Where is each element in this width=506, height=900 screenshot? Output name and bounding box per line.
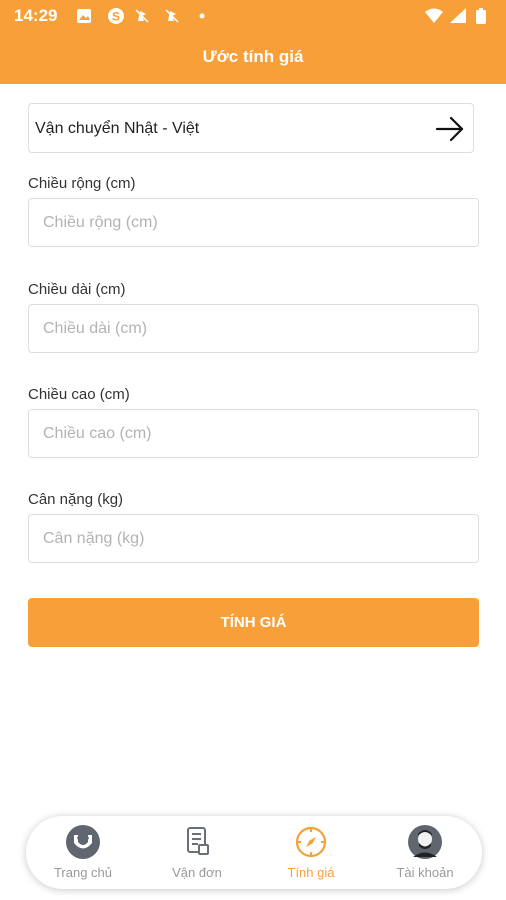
user-avatar-icon (408, 825, 442, 859)
signal-icon (450, 8, 466, 23)
shipping-route-label: Vận chuyển Nhật - Việt (35, 120, 200, 137)
skype-icon: S (108, 8, 124, 24)
home-logo-icon (66, 825, 100, 859)
bottom-navigation: Trang chủ Vận đơn Tính giá Tài khoản (26, 816, 482, 889)
status-system-icons (425, 8, 486, 24)
dot-icon (199, 13, 205, 19)
muted-notification-icon (165, 9, 179, 23)
length-label: Chiều dài (cm) (28, 281, 126, 298)
battery-icon (476, 8, 486, 24)
status-time: 14:29 (14, 6, 58, 25)
image-icon (77, 9, 91, 23)
nav-item-account[interactable]: Tài khoản (368, 816, 482, 889)
height-label: Chiều cao (cm) (28, 386, 130, 403)
length-input[interactable] (28, 304, 479, 353)
app-bar: Ước tính giá (0, 32, 506, 84)
width-input[interactable] (28, 198, 479, 247)
status-bar: 14:29 S (0, 0, 506, 32)
muted-notification-icon (135, 9, 149, 23)
width-label: Chiều rộng (cm) (28, 175, 136, 192)
weight-label: Cân nặng (kg) (28, 491, 124, 508)
page-title: Ước tính giá (202, 47, 304, 66)
arrow-right-icon[interactable] (435, 116, 465, 142)
height-input[interactable] (28, 409, 479, 458)
document-icon (187, 827, 209, 855)
nav-item-home[interactable]: Trang chủ (26, 816, 140, 889)
wifi-icon (425, 8, 443, 23)
nav-label-estimate: Tính giá (287, 865, 335, 880)
shipping-route-selector[interactable]: Vận chuyển Nhật - Việt (28, 103, 474, 153)
nav-label-account: Tài khoản (396, 865, 454, 880)
svg-text:S: S (112, 10, 120, 24)
nav-item-orders[interactable]: Vận đơn (140, 816, 254, 889)
nav-item-estimate[interactable]: Tính giá (254, 816, 368, 889)
calculate-price-button[interactable]: TÍNH GIÁ (28, 598, 479, 647)
nav-label-orders: Vận đơn (172, 865, 222, 880)
status-notification-icons: S (77, 8, 205, 24)
nav-label-home: Trang chủ (53, 865, 113, 880)
compass-icon (295, 826, 327, 858)
weight-input[interactable] (28, 514, 479, 563)
